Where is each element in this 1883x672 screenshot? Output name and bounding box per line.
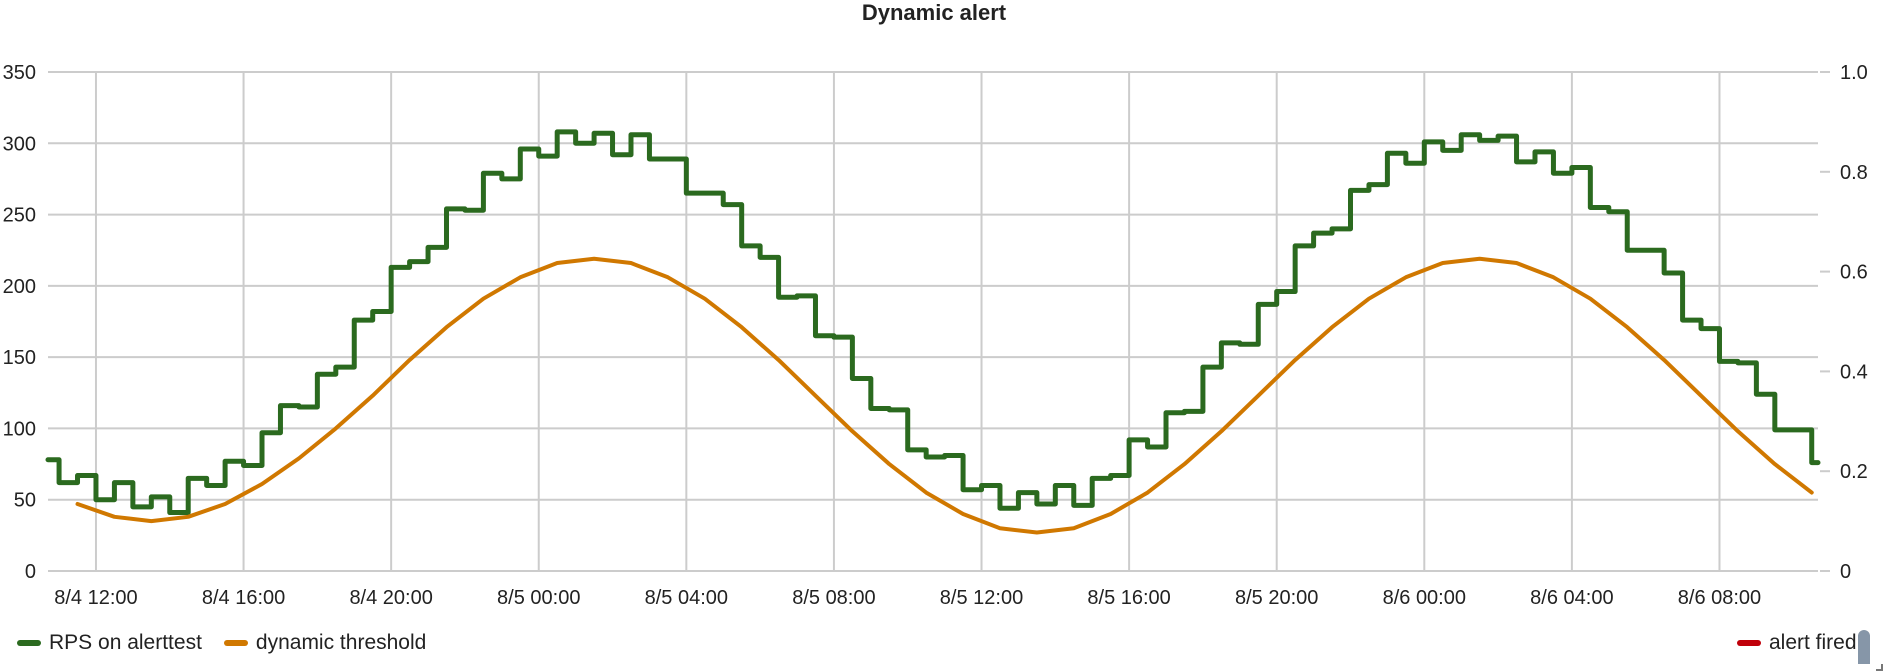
- series-line-dynamic-threshold: [75, 256, 1814, 535]
- scroll-handle[interactable]: [1858, 630, 1870, 664]
- x-tick-label: 8/6 00:00: [1383, 587, 1466, 609]
- y-tick-label: 150: [3, 347, 36, 369]
- legend-item-alert-fired[interactable]: alert fired: [1737, 631, 1857, 655]
- y-tick-label: 200: [3, 276, 36, 298]
- x-tick-label: 8/6 04:00: [1530, 587, 1613, 609]
- y-tick-label: 350: [3, 62, 36, 84]
- y-tick-label: 50: [14, 490, 36, 512]
- x-tick-label: 8/5 16:00: [1087, 587, 1170, 609]
- y2-tick-label: 0.8: [1840, 162, 1868, 184]
- x-tick-label: 8/4 20:00: [349, 587, 432, 609]
- x-tick-label: 8/5 08:00: [792, 587, 875, 609]
- x-tick-label: 8/5 20:00: [1235, 587, 1318, 609]
- x-tick-label: 8/6 08:00: [1678, 587, 1761, 609]
- chart: Dynamic alert 0 50 100 150 200 250 300 350 0 0.2…: [3, 0, 1868, 609]
- resize-handle-icon[interactable]: [1876, 664, 1883, 671]
- legend: RPS on alerttest dynamic threshold: [17, 631, 448, 655]
- x-axis: 8/4 12:00 8/4 16:00 8/4 20:00 8/5 00:00 8/5 …: [54, 587, 1761, 609]
- legend-swatch-rps: [17, 640, 41, 646]
- y2-tick-label: 0.4: [1840, 361, 1868, 383]
- y2-tick-label: 0: [1840, 561, 1851, 583]
- y-tick-label: 0: [25, 561, 36, 583]
- x-tick-label: 8/5 04:00: [645, 587, 728, 609]
- x-tick-label: 8/5 12:00: [940, 587, 1023, 609]
- chart-title: Dynamic alert: [862, 0, 1007, 25]
- legend-label-threshold: dynamic threshold: [255, 631, 427, 654]
- y-tick-label: 100: [3, 418, 36, 440]
- y2-tick-label: 0.6: [1840, 262, 1868, 284]
- series-line-rps-on-alerttest: [45, 129, 1821, 516]
- y-tick-label: 250: [3, 205, 36, 227]
- legend-item-threshold[interactable]: dynamic threshold: [223, 631, 427, 655]
- legend-item-rps[interactable]: RPS on alerttest: [17, 631, 202, 655]
- x-tick-label: 8/4 16:00: [202, 587, 285, 609]
- series-layer: [45, 129, 1821, 535]
- y2-tick-label: 1.0: [1840, 62, 1868, 84]
- y-tick-label: 300: [3, 133, 36, 155]
- legend-swatch-threshold: [223, 640, 248, 646]
- vertical-gridlines: [94, 72, 1721, 571]
- right-y-axis: 0 0.2 0.4 0.6 0.8 1.0: [1820, 62, 1868, 583]
- x-tick-label: 8/4 12:00: [54, 587, 137, 609]
- legend-label-rps: RPS on alerttest: [49, 631, 202, 654]
- y2-tick-label: 0.2: [1840, 461, 1868, 483]
- legend-label-alert-fired: alert fired: [1769, 631, 1857, 654]
- legend-swatch-alert-fired: [1737, 640, 1761, 646]
- x-tick-label: 8/5 00:00: [497, 587, 580, 609]
- left-y-axis: 0 50 100 150 200 250 300 350: [3, 62, 36, 583]
